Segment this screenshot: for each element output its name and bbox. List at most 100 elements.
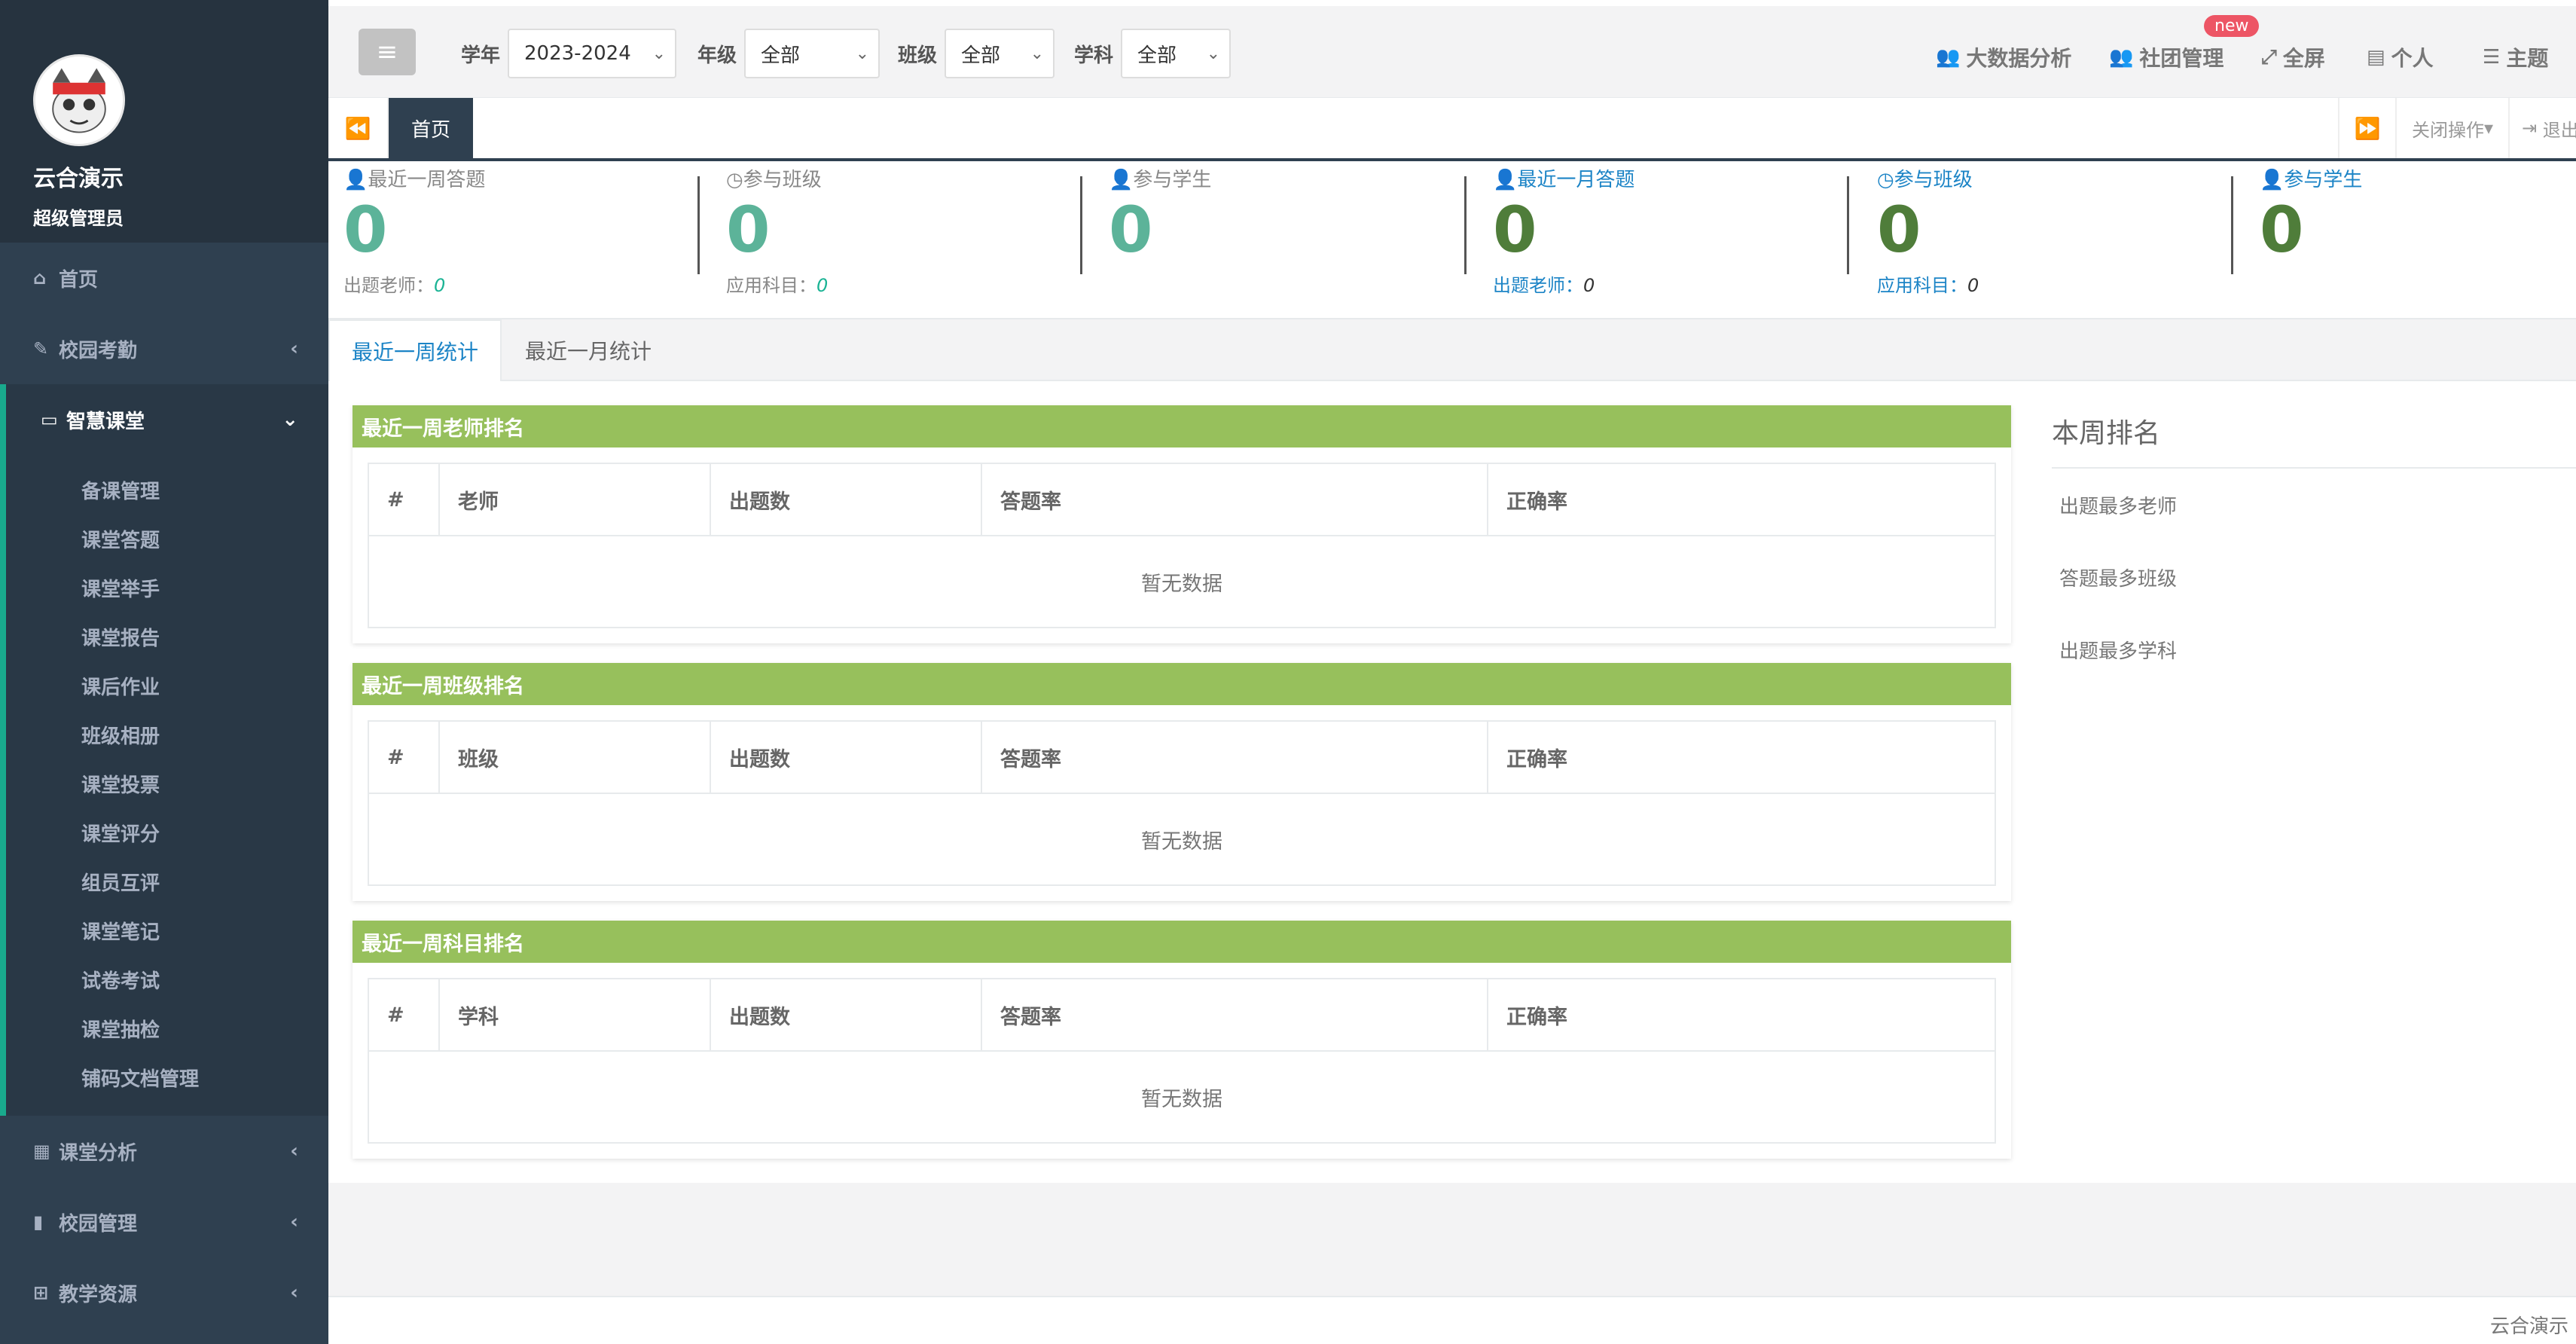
nav-label: 教学资源 xyxy=(59,1283,138,1306)
expand-icon: ⤢ xyxy=(2261,45,2277,69)
submenu-item[interactable]: 课堂举手 xyxy=(6,564,328,612)
stat-sub-label: 出题老师： xyxy=(343,275,434,296)
ranking-table: # 班级 出题数 答题率 正确率 暂无数据 xyxy=(368,720,1996,886)
personal-link[interactable]: ▤ 个人 xyxy=(2367,42,2434,72)
nav-item-smart-class[interactable]: ▭ 智慧课堂 ⌄ xyxy=(0,384,328,455)
stat-week-answers: 👤最近一周答题 0 出题老师：0 xyxy=(343,161,485,319)
grade-value: 全部 xyxy=(761,44,801,67)
nav-item-campus-attendance[interactable]: ✎ 校园考勤 ‹ xyxy=(0,313,328,384)
theme-link[interactable]: ☰ 主题 xyxy=(2483,42,2548,72)
clock-icon: ◷ xyxy=(1877,169,1894,191)
avatar[interactable] xyxy=(33,54,125,146)
forward-icon: ⏩ xyxy=(2354,115,2381,141)
big-data-link[interactable]: 👥 大数据分析 xyxy=(1936,42,2071,72)
chevron-down-icon: ⌄ xyxy=(1030,44,1045,63)
subject-select[interactable]: 全部 ⌄ xyxy=(1121,29,1232,78)
submenu-item[interactable]: 课堂抽检 xyxy=(6,1004,328,1053)
grade-label: 年级 xyxy=(697,44,737,67)
users-icon: 👥 xyxy=(2109,46,2134,69)
user-icon: 👤 xyxy=(2260,169,2285,191)
column-header: 答题率 xyxy=(982,463,1488,536)
tab-scroll-right-button[interactable]: ⏩ xyxy=(2338,98,2395,158)
edit-icon: ✎ xyxy=(33,338,49,359)
table-header-row: # 班级 出题数 答题率 正确率 xyxy=(369,721,1995,794)
column-header: 老师 xyxy=(440,463,711,536)
stat-label: 参与学生 xyxy=(2284,169,2363,191)
divider xyxy=(697,176,700,274)
weekly-ranking: 本周排名 出题最多老师 答题最多班级 出题最多学科 xyxy=(2052,404,2576,686)
tab-scroll-left-button[interactable]: ⏪ xyxy=(328,98,389,158)
hamburger-icon: ≡ xyxy=(376,37,398,67)
nav-item-class-analysis[interactable]: ▦ 课堂分析 ‹ xyxy=(0,1116,328,1187)
ranking-item[interactable]: 出题最多学科 xyxy=(2052,613,2576,686)
column-header: 班级 xyxy=(440,721,711,793)
panel-title: 最近一周科目排名 xyxy=(353,921,2011,963)
stats-tabs: 最近一周统计 最近一月统计 xyxy=(328,319,2576,381)
tab-week-stats[interactable]: 最近一周统计 xyxy=(328,319,502,381)
submenu-item[interactable]: 课堂投票 xyxy=(6,759,328,808)
stat-label: 参与班级 xyxy=(1894,169,1973,191)
profile-panel: 云合演示 超级管理员 xyxy=(0,0,328,243)
tab-home[interactable]: 首页 xyxy=(389,98,473,158)
submenu-item[interactable]: 课堂答题 xyxy=(6,515,328,564)
class-ranking-panel: 最近一周班级排名 # 班级 出题数 答题率 正确率 暂无数据 xyxy=(353,663,2011,901)
year-value: 2023-2024 xyxy=(524,42,631,65)
column-header: 出题数 xyxy=(711,721,982,793)
nav-item-campus-management[interactable]: ▮ 校园管理 ‹ xyxy=(0,1187,328,1257)
nav-item-home[interactable]: ⌂ 首页 xyxy=(0,243,328,313)
exit-button[interactable]: ⇥ 退出 xyxy=(2508,98,2576,158)
tab-month-stats[interactable]: 最近一月统计 xyxy=(502,319,675,381)
submenu-item[interactable]: 课堂笔记 xyxy=(6,906,328,955)
big-data-label: 大数据分析 xyxy=(1966,46,2072,71)
club-link[interactable]: 👥 社团管理 xyxy=(2109,42,2223,72)
menu-toggle-button[interactable]: ≡ xyxy=(359,29,416,75)
divider xyxy=(1847,176,1849,274)
year-label: 学年 xyxy=(461,44,501,67)
nav-item-teaching-resources[interactable]: ⊞ 教学资源 ‹ xyxy=(0,1257,328,1328)
page-tabs-bar: ⏪ 首页 ⏩ 关闭操作 ▾ ⇥ 退出 xyxy=(328,98,2576,161)
ranking-item[interactable]: 答题最多班级 xyxy=(2052,541,2576,613)
stat-week-students: 👤参与学生 0 xyxy=(1109,161,1211,319)
divider xyxy=(1464,176,1467,274)
year-select[interactable]: 2023-2024 ⌄ xyxy=(508,29,677,78)
exit-label: 退出 xyxy=(2542,119,2576,141)
panel-title: 最近一周班级排名 xyxy=(353,663,2011,705)
submenu-item[interactable]: 班级相册 xyxy=(6,710,328,759)
stat-sub-label: 应用科目： xyxy=(726,275,816,296)
submenu-item[interactable]: 铺码文档管理 xyxy=(6,1053,328,1102)
grade-select[interactable]: 全部 ⌄ xyxy=(744,29,881,78)
column-header: 正确率 xyxy=(1506,1005,1567,1029)
stat-value: 0 xyxy=(1109,193,1153,267)
class-label: 班级 xyxy=(898,44,938,67)
club-label: 社团管理 xyxy=(2139,46,2224,71)
fullscreen-link[interactable]: ⤢ 全屏 xyxy=(2261,42,2325,72)
footer: 云合演示 xyxy=(328,1296,2576,1344)
ranking-table: # 老师 出题数 答题率 正确率 暂无数据 xyxy=(368,463,1996,628)
submenu-item[interactable]: 备课管理 xyxy=(6,466,328,515)
user-name: 云合演示 xyxy=(33,166,124,192)
submenu-item[interactable]: 试卷考试 xyxy=(6,955,328,1004)
submenu-item[interactable]: 组员互评 xyxy=(6,857,328,906)
fullscreen-label: 全屏 xyxy=(2282,46,2325,71)
teacher-ranking-panel: 最近一周老师排名 # 老师 出题数 答题率 正确率 暂无数据 xyxy=(353,405,2011,643)
clock-icon: ◷ xyxy=(726,169,743,191)
column-header: 学科 xyxy=(440,979,711,1051)
backward-icon: ⏪ xyxy=(344,115,371,141)
column-header: # xyxy=(369,979,440,1051)
stats-summary: 👤最近一周答题 0 出题老师：0 ◷参与班级 0 应用科目：0 👤参与学生 0 … xyxy=(328,161,2576,319)
stat-label: 最近一周答题 xyxy=(368,169,486,191)
class-select[interactable]: 全部 ⌄ xyxy=(945,29,1055,78)
submenu-item[interactable]: 课堂评分 xyxy=(6,808,328,857)
users-icon: 👥 xyxy=(1936,46,1961,69)
table-header-row: # 老师 出题数 答题率 正确率 xyxy=(369,463,1995,536)
close-operations-dropdown[interactable]: 关闭操作 ▾ xyxy=(2395,98,2508,158)
subject-label: 学科 xyxy=(1074,44,1114,67)
personal-label: 个人 xyxy=(2391,46,2434,71)
empty-message: 暂无数据 xyxy=(1141,1087,1222,1111)
stat-sub-label: 出题老师： xyxy=(1493,275,1583,296)
ranking-item[interactable]: 出题最多老师 xyxy=(2052,469,2576,541)
submenu-item[interactable]: 课堂报告 xyxy=(6,612,328,661)
submenu-item[interactable]: 课后作业 xyxy=(6,661,328,710)
stat-sub-value: 0 xyxy=(1583,275,1595,296)
year-filter: 学年 2023-2024 ⌄ xyxy=(461,29,677,78)
